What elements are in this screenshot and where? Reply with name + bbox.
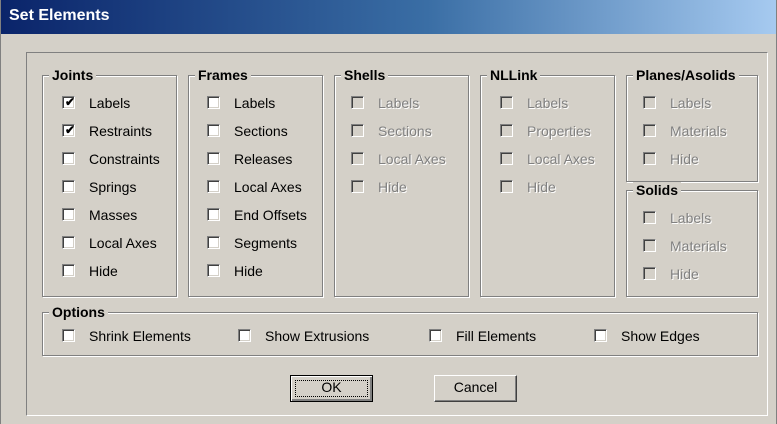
ok-button-label: OK xyxy=(321,379,342,395)
shells-group-title: Shells xyxy=(341,67,389,83)
options-group-title: Options xyxy=(49,304,108,320)
checkbox-label: Hide xyxy=(670,266,699,282)
checkbox-label: Local Axes xyxy=(527,151,595,167)
checkbox-label: Constraints xyxy=(89,151,160,167)
checkbox-label: Properties xyxy=(527,123,591,139)
checkbox-box xyxy=(351,124,364,137)
checkbox-box[interactable]: ✔ xyxy=(62,96,75,109)
checkbox-box xyxy=(643,211,656,224)
checkbox-label: Hide xyxy=(89,263,118,279)
checkbox-label: Labels xyxy=(378,95,420,111)
nllink-group: NLLink Labels Properties Local Axes Hide xyxy=(480,67,615,297)
checkbox-box xyxy=(500,96,513,109)
title-bar[interactable]: Set Elements xyxy=(1,0,776,34)
checkbox-box[interactable] xyxy=(62,236,75,249)
checkbox-label: Local Axes xyxy=(378,151,446,167)
checkbox-box xyxy=(500,152,513,165)
checkbox-box xyxy=(643,152,656,165)
checkbox-label: Show Edges xyxy=(621,328,700,344)
checkbox-label: Show Extrusions xyxy=(265,328,370,344)
checkbox-label: Local Axes xyxy=(234,179,302,195)
checkbox-label: Materials xyxy=(670,123,727,139)
checkbox-label: Labels xyxy=(670,95,712,111)
checkbox-box[interactable] xyxy=(62,208,75,221)
checkbox-label: Sections xyxy=(378,123,432,139)
checkbox-box xyxy=(351,96,364,109)
solids-group: Solids Labels Materials Hide xyxy=(626,182,758,297)
checkbox-box xyxy=(643,96,656,109)
checkbox-box[interactable] xyxy=(62,264,75,277)
checkbox-label: Labels xyxy=(234,95,276,111)
checkbox-label: Materials xyxy=(670,238,727,254)
options-group: Options Shrink Elements Show Extrusions Fi… xyxy=(42,304,758,356)
frames-group: Frames Labels Sections Releases Local Axes E… xyxy=(188,67,323,297)
shells-group: Shells Labels Sections Local Axes Hide xyxy=(334,67,469,297)
checkbox-label: Labels xyxy=(670,210,712,226)
checkbox-label: Labels xyxy=(527,95,569,111)
joints-group-title: Joints xyxy=(49,67,97,83)
solids-group-title: Solids xyxy=(633,182,682,198)
checkbox-box[interactable] xyxy=(207,236,220,249)
checkbox-label: Shrink Elements xyxy=(89,328,191,344)
checkbox-label: Sections xyxy=(234,123,288,139)
checkbox-box xyxy=(351,180,364,193)
checkbox-box[interactable] xyxy=(429,329,442,342)
checkbox-label: Hide xyxy=(527,179,556,195)
checkbox-label: Releases xyxy=(234,151,293,167)
checkbox-box[interactable] xyxy=(207,208,220,221)
planes-asolids-group: Planes/Asolids Labels Materials Hide xyxy=(626,67,758,182)
checkbox-label: Hide xyxy=(670,151,699,167)
checkbox-box xyxy=(643,239,656,252)
dialog-title: Set Elements xyxy=(9,7,110,24)
checkbox-box[interactable] xyxy=(238,329,251,342)
frames-group-title: Frames xyxy=(195,67,251,83)
checkbox-box[interactable] xyxy=(207,96,220,109)
checkmark-icon: ✔ xyxy=(65,95,76,109)
checkbox-label: Hide xyxy=(378,179,407,195)
checkbox-label: Springs xyxy=(89,179,137,195)
checkbox-label: End Offsets xyxy=(234,207,307,223)
joints-group: Joints ✔ Labels ✔ Restraints Constraints Spri… xyxy=(42,67,177,297)
checkbox-box xyxy=(351,152,364,165)
checkbox-box[interactable] xyxy=(207,264,220,277)
checkbox-label: Fill Elements xyxy=(456,328,537,344)
checkbox-label: Local Axes xyxy=(89,235,157,251)
cancel-button-label: Cancel xyxy=(453,379,498,395)
checkbox-box xyxy=(500,124,513,137)
checkbox-label: Restraints xyxy=(89,123,153,139)
checkbox-label: Hide xyxy=(234,263,263,279)
checkbox-box xyxy=(643,267,656,280)
ok-button[interactable]: OK xyxy=(290,375,373,402)
checkbox-label: Labels xyxy=(89,95,131,111)
checkbox-box[interactable] xyxy=(62,329,75,342)
checkbox-box[interactable] xyxy=(62,180,75,193)
checkbox-box[interactable] xyxy=(594,329,607,342)
checkbox-box xyxy=(643,124,656,137)
nllink-group-title: NLLink xyxy=(487,67,541,83)
checkbox-box[interactable]: ✔ xyxy=(62,124,75,137)
cancel-button[interactable]: Cancel xyxy=(434,375,517,402)
checkbox-label: Masses xyxy=(89,207,138,223)
checkbox-box[interactable] xyxy=(62,152,75,165)
set-elements-dialog: Set Elements Joints ✔ Labels ✔ Restraints Co… xyxy=(0,0,777,424)
checkbox-label: Segments xyxy=(234,235,298,251)
checkbox-box[interactable] xyxy=(207,124,220,137)
checkbox-box[interactable] xyxy=(207,152,220,165)
checkmark-icon: ✔ xyxy=(65,123,76,137)
checkbox-box xyxy=(500,180,513,193)
checkbox-box[interactable] xyxy=(207,180,220,193)
planes-asolids-group-title: Planes/Asolids xyxy=(633,67,739,83)
